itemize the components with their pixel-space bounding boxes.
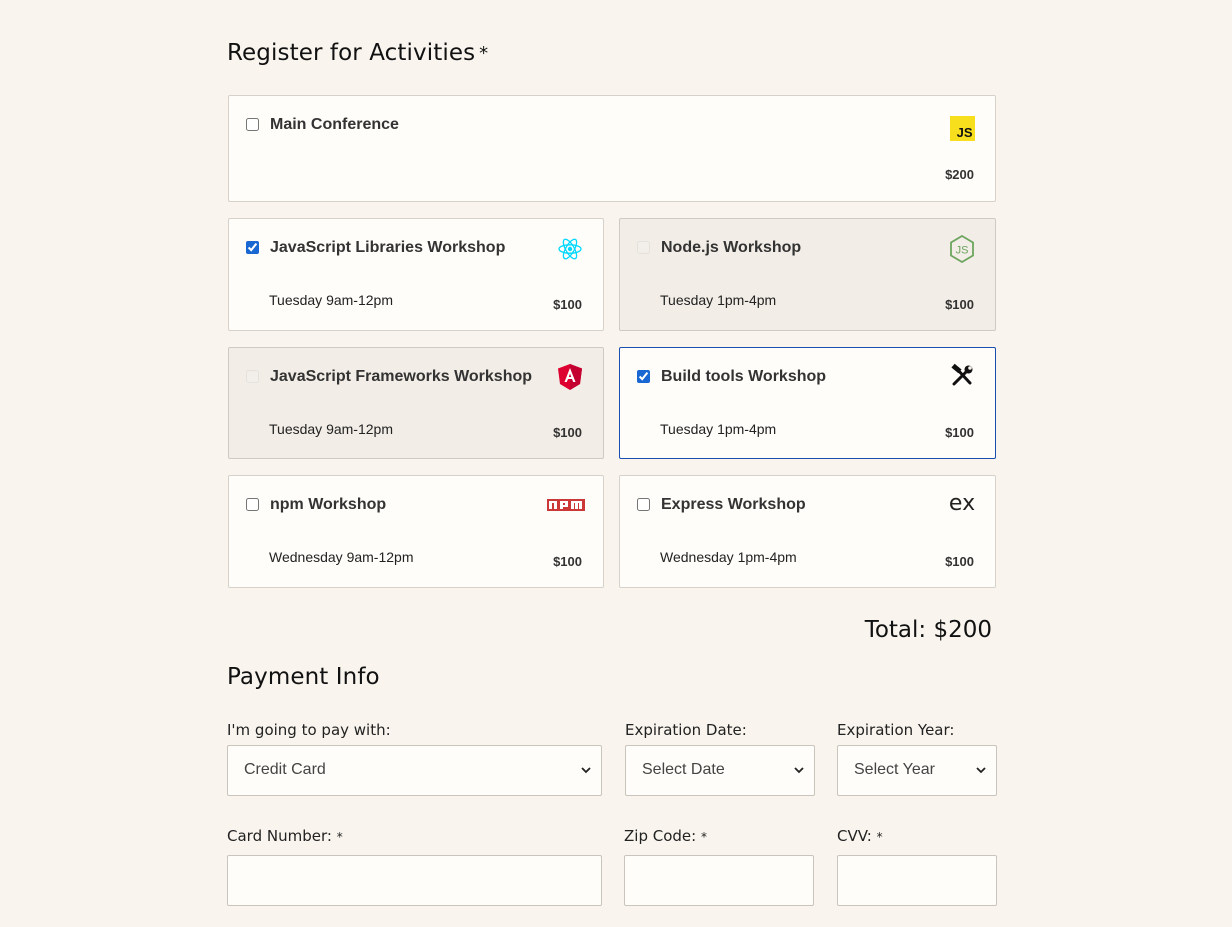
required-marker: *: [479, 43, 489, 64]
activity-title: npm Workshop: [270, 496, 387, 513]
activity-time: Tuesday 1pm-4pm: [660, 421, 777, 437]
activity-build-tools[interactable]: Build tools Workshop Tuesday 1pm-4pm $10…: [619, 347, 996, 459]
activity-title: Express Workshop: [661, 496, 806, 513]
activities-heading: Register for Activities *: [227, 40, 488, 66]
activity-price: $100: [553, 425, 582, 440]
nodejs-checkbox[interactable]: [637, 241, 650, 254]
payment-heading: Payment Info: [227, 664, 380, 690]
tools-icon: [949, 363, 975, 389]
activity-time: Wednesday 9am-12pm: [269, 549, 414, 565]
activity-title: JavaScript Frameworks Workshop: [270, 368, 533, 385]
exp-date-value: Select Date: [642, 761, 725, 778]
chevron-down-icon: [976, 767, 986, 774]
javascript-icon: JS: [949, 115, 975, 141]
zip-label: Zip Code: *: [624, 827, 707, 845]
exp-date-select[interactable]: Select Date: [625, 745, 815, 796]
required-marker: *: [876, 830, 883, 844]
zip-label-text: Zip Code:: [624, 827, 697, 845]
activity-npm[interactable]: npm Workshop Wednesday 9am-12pm $100: [228, 475, 604, 588]
activity-title: Build tools Workshop: [661, 368, 827, 385]
exp-date-label: Expiration Date:: [625, 721, 747, 739]
express-checkbox[interactable]: [637, 498, 650, 511]
npm-checkbox[interactable]: [246, 498, 259, 511]
exp-year-select[interactable]: Select Year: [837, 745, 997, 796]
required-marker: *: [700, 830, 707, 844]
activity-price: $100: [945, 297, 974, 312]
pay-with-label: I'm going to pay with:: [227, 721, 391, 739]
js-libraries-checkbox[interactable]: [246, 241, 259, 254]
card-number-label: Card Number: *: [227, 827, 343, 845]
activity-price: $100: [945, 425, 974, 440]
activity-time: Tuesday 9am-12pm: [269, 292, 393, 308]
activity-js-frameworks[interactable]: JavaScript Frameworks Workshop Tuesday 9…: [228, 347, 604, 459]
card-number-input[interactable]: [227, 855, 602, 906]
js-frameworks-checkbox[interactable]: [246, 370, 259, 383]
chevron-down-icon: [581, 767, 591, 774]
total-cost: Total: $200: [864, 617, 992, 643]
exp-year-label: Expiration Year:: [837, 721, 955, 739]
angular-icon: [557, 364, 583, 390]
payment-method-value: Credit Card: [244, 761, 326, 778]
react-icon: [557, 236, 583, 262]
activity-time: Tuesday 1pm-4pm: [660, 292, 777, 308]
activity-time: Tuesday 9am-12pm: [269, 421, 393, 437]
activity-title: JavaScript Libraries Workshop: [270, 239, 506, 256]
activity-price: $100: [945, 554, 974, 569]
activity-main-conference[interactable]: Main Conference JS $200: [228, 95, 996, 202]
build-tools-checkbox[interactable]: [637, 370, 650, 383]
cvv-input[interactable]: [837, 855, 997, 906]
main-conference-checkbox[interactable]: [246, 118, 259, 131]
activities-heading-text: Register for Activities: [227, 40, 476, 66]
javascript-logo-text: JS: [949, 115, 975, 141]
payment-method-select[interactable]: Credit Card: [227, 745, 602, 796]
activity-nodejs[interactable]: Node.js Workshop JS Tuesday 1pm-4pm $100: [619, 218, 996, 331]
svg-text:JS: JS: [956, 245, 969, 257]
chevron-down-icon: [794, 767, 804, 774]
activity-express[interactable]: Express Workshop ex Wednesday 1pm-4pm $1…: [619, 475, 996, 588]
zip-code-input[interactable]: [624, 855, 814, 906]
card-number-label-text: Card Number:: [227, 827, 332, 845]
activity-title: Node.js Workshop: [661, 239, 802, 256]
npm-icon: [547, 493, 585, 519]
exp-year-value: Select Year: [854, 761, 935, 778]
nodejs-icon: JS: [949, 235, 975, 263]
express-icon: ex: [948, 490, 976, 516]
required-marker: *: [336, 830, 343, 844]
activity-time: Wednesday 1pm-4pm: [660, 549, 797, 565]
cvv-label: CVV: *: [837, 827, 883, 845]
cvv-label-text: CVV:: [837, 827, 872, 845]
activity-price: $100: [553, 554, 582, 569]
activity-js-libraries[interactable]: JavaScript Libraries Workshop Tuesday 9a…: [228, 218, 604, 331]
activity-price: $100: [553, 297, 582, 312]
activity-price: $200: [945, 167, 974, 182]
activity-title: Main Conference: [270, 116, 399, 133]
